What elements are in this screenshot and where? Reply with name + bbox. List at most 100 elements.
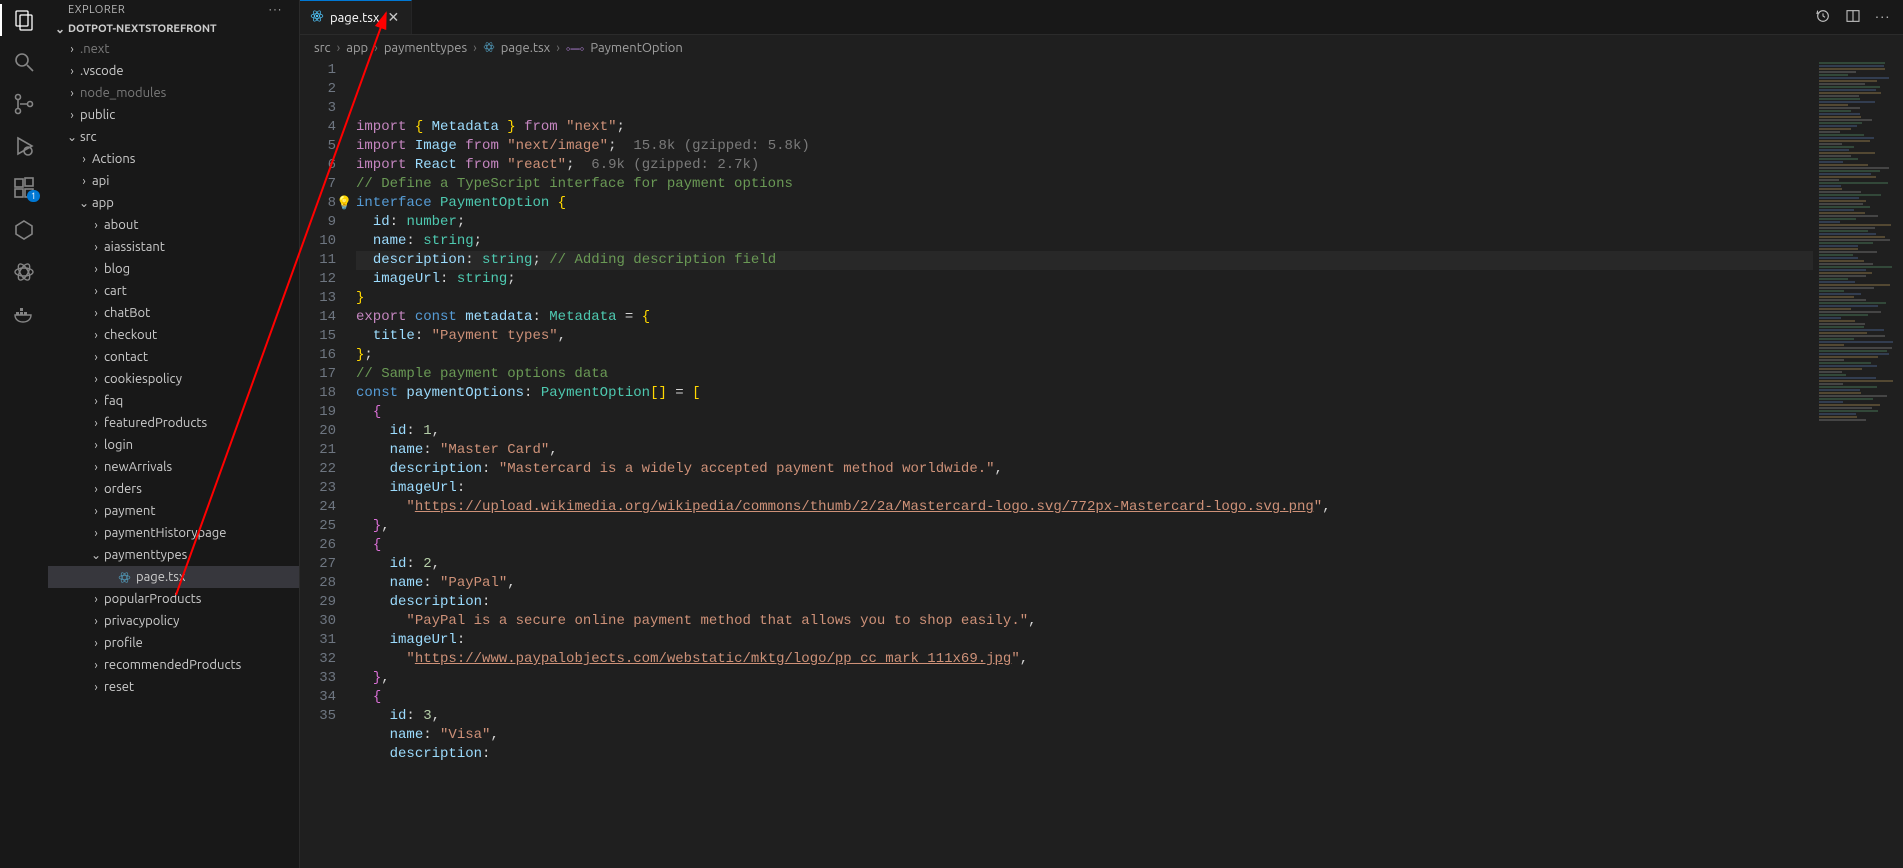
close-icon[interactable]: ✕ [385, 9, 401, 26]
folder-item[interactable]: ›popularProducts [48, 588, 299, 610]
folder-item[interactable]: ›about [48, 214, 299, 236]
code-line[interactable]: }, [356, 669, 1813, 688]
code-line[interactable]: name: "Visa", [356, 726, 1813, 745]
file-item[interactable]: page.tsx [48, 566, 299, 588]
folder-item[interactable]: ›contact [48, 346, 299, 368]
tab-page-tsx[interactable]: page.tsx ✕ [300, 0, 412, 34]
tree-label: node_modules [80, 86, 166, 100]
code-line[interactable]: { [356, 536, 1813, 555]
docker-icon[interactable] [12, 302, 36, 326]
chevron-right-icon: › [88, 483, 104, 496]
code-line[interactable]: id: number; [356, 213, 1813, 232]
code-area[interactable]: 💡 import { Metadata } from "next";import… [356, 61, 1813, 868]
folder-item[interactable]: ›chatBot [48, 302, 299, 324]
chevron-down-icon: ⌄ [64, 130, 80, 144]
folder-item[interactable]: ›faq [48, 390, 299, 412]
folder-item[interactable]: ⌄paymenttypes [48, 544, 299, 566]
search-icon[interactable] [12, 50, 36, 74]
code-line[interactable]: "PayPal is a secure online payment metho… [356, 612, 1813, 631]
chevron-down-icon: ⌄ [52, 22, 68, 36]
code-line[interactable]: import React from "react"; 6.9k (gzipped… [356, 156, 1813, 175]
code-line[interactable]: name: string; [356, 232, 1813, 251]
split-editor-icon[interactable] [1845, 8, 1861, 27]
code-line[interactable]: interface PaymentOption { [356, 194, 1813, 213]
folder-item[interactable]: ›node_modules [48, 82, 299, 104]
chevron-right-icon: › [88, 527, 104, 540]
bc-file[interactable]: page.tsx [501, 41, 550, 55]
code-line[interactable]: import Image from "next/image"; 15.8k (g… [356, 137, 1813, 156]
project-name: DOTPOT-NEXTSTOREFRONT [68, 23, 217, 35]
chevron-right-icon: › [76, 175, 92, 188]
code-line[interactable]: const paymentOptions: PaymentOption[] = … [356, 384, 1813, 403]
bc-paymenttypes[interactable]: paymenttypes [384, 41, 467, 55]
source-control-icon[interactable] [12, 92, 36, 116]
lightbulb-icon[interactable]: 💡 [336, 194, 352, 213]
code-line[interactable]: } [356, 289, 1813, 308]
folder-item[interactable]: ›privacypolicy [48, 610, 299, 632]
folder-item[interactable]: ›cart [48, 280, 299, 302]
code-line[interactable]: import { Metadata } from "next"; [356, 118, 1813, 137]
timeline-icon[interactable] [1815, 8, 1831, 27]
code-line[interactable]: // Sample payment options data [356, 365, 1813, 384]
code-line[interactable]: { [356, 688, 1813, 707]
atom-icon[interactable] [12, 260, 36, 284]
tree-label: Actions [92, 152, 135, 166]
folder-item[interactable]: ›aiassistant [48, 236, 299, 258]
code-line[interactable]: id: 3, [356, 707, 1813, 726]
bc-src[interactable]: src [314, 41, 331, 55]
code-line[interactable]: id: 1, [356, 422, 1813, 441]
folder-item[interactable]: ›cookiespolicy [48, 368, 299, 390]
code-line[interactable]: }, [356, 517, 1813, 536]
chevron-right-icon: › [88, 439, 104, 452]
folder-item[interactable]: ›login [48, 434, 299, 456]
code-line[interactable]: description: "Mastercard is a widely acc… [356, 460, 1813, 479]
minimap[interactable] [1813, 61, 1903, 868]
folder-item[interactable]: ›Actions [48, 148, 299, 170]
editor[interactable]: 1234567891011121314151617181920212223242… [300, 61, 1903, 868]
code-line[interactable]: }; [356, 346, 1813, 365]
code-line[interactable]: title: "Payment types", [356, 327, 1813, 346]
folder-item[interactable]: ›newArrivals [48, 456, 299, 478]
code-line[interactable]: description: [356, 745, 1813, 764]
folder-item[interactable]: ›featuredProducts [48, 412, 299, 434]
folder-item[interactable]: ›.vscode [48, 60, 299, 82]
folder-item[interactable]: ›blog [48, 258, 299, 280]
code-line[interactable]: imageUrl: [356, 479, 1813, 498]
folder-item[interactable]: ›reset [48, 676, 299, 698]
bc-app[interactable]: app [346, 41, 368, 55]
folder-item[interactable]: ›payment [48, 500, 299, 522]
bc-symbol[interactable]: PaymentOption [590, 41, 683, 55]
code-line[interactable]: id: 2, [356, 555, 1813, 574]
folder-item[interactable]: ›checkout [48, 324, 299, 346]
explorer-more-icon[interactable]: ··· [269, 4, 283, 16]
folder-item[interactable]: ›orders [48, 478, 299, 500]
project-header[interactable]: ⌄ DOTPOT-NEXTSTOREFRONT [48, 20, 299, 38]
breadcrumb[interactable]: src› app› paymenttypes› page.tsx› ◦─◦ Pa… [300, 35, 1903, 61]
code-line[interactable]: imageUrl: [356, 631, 1813, 650]
code-line[interactable]: // Define a TypeScript interface for pay… [356, 175, 1813, 194]
folder-item[interactable]: ›paymentHistorypage [48, 522, 299, 544]
code-line[interactable]: export const metadata: Metadata = { [356, 308, 1813, 327]
extensions-icon[interactable]: 1 [12, 176, 36, 200]
more-icon[interactable]: ··· [1875, 10, 1891, 24]
folder-item[interactable]: ⌄app [48, 192, 299, 214]
code-line[interactable]: { [356, 403, 1813, 422]
folder-item[interactable]: ⌄src [48, 126, 299, 148]
code-line[interactable]: imageUrl: string; [356, 270, 1813, 289]
code-line[interactable]: name: "PayPal", [356, 574, 1813, 593]
tree-label: cookiespolicy [104, 372, 182, 386]
code-line[interactable]: name: "Master Card", [356, 441, 1813, 460]
code-line[interactable]: "https://upload.wikimedia.org/wikipedia/… [356, 498, 1813, 517]
code-line[interactable]: description: [356, 593, 1813, 612]
folder-item[interactable]: ›.next [48, 38, 299, 60]
code-line[interactable]: "https://www.paypalobjects.com/webstatic… [356, 650, 1813, 669]
chevron-down-icon: ⌄ [88, 548, 104, 562]
folder-item[interactable]: ›recommendedProducts [48, 654, 299, 676]
folder-item[interactable]: ›api [48, 170, 299, 192]
folder-item[interactable]: ›profile [48, 632, 299, 654]
folder-item[interactable]: ›public [48, 104, 299, 126]
run-debug-icon[interactable] [12, 134, 36, 158]
explorer-icon[interactable] [12, 8, 36, 32]
hex-icon[interactable] [12, 218, 36, 242]
code-line[interactable]: description: string; // Adding descripti… [356, 251, 1813, 270]
